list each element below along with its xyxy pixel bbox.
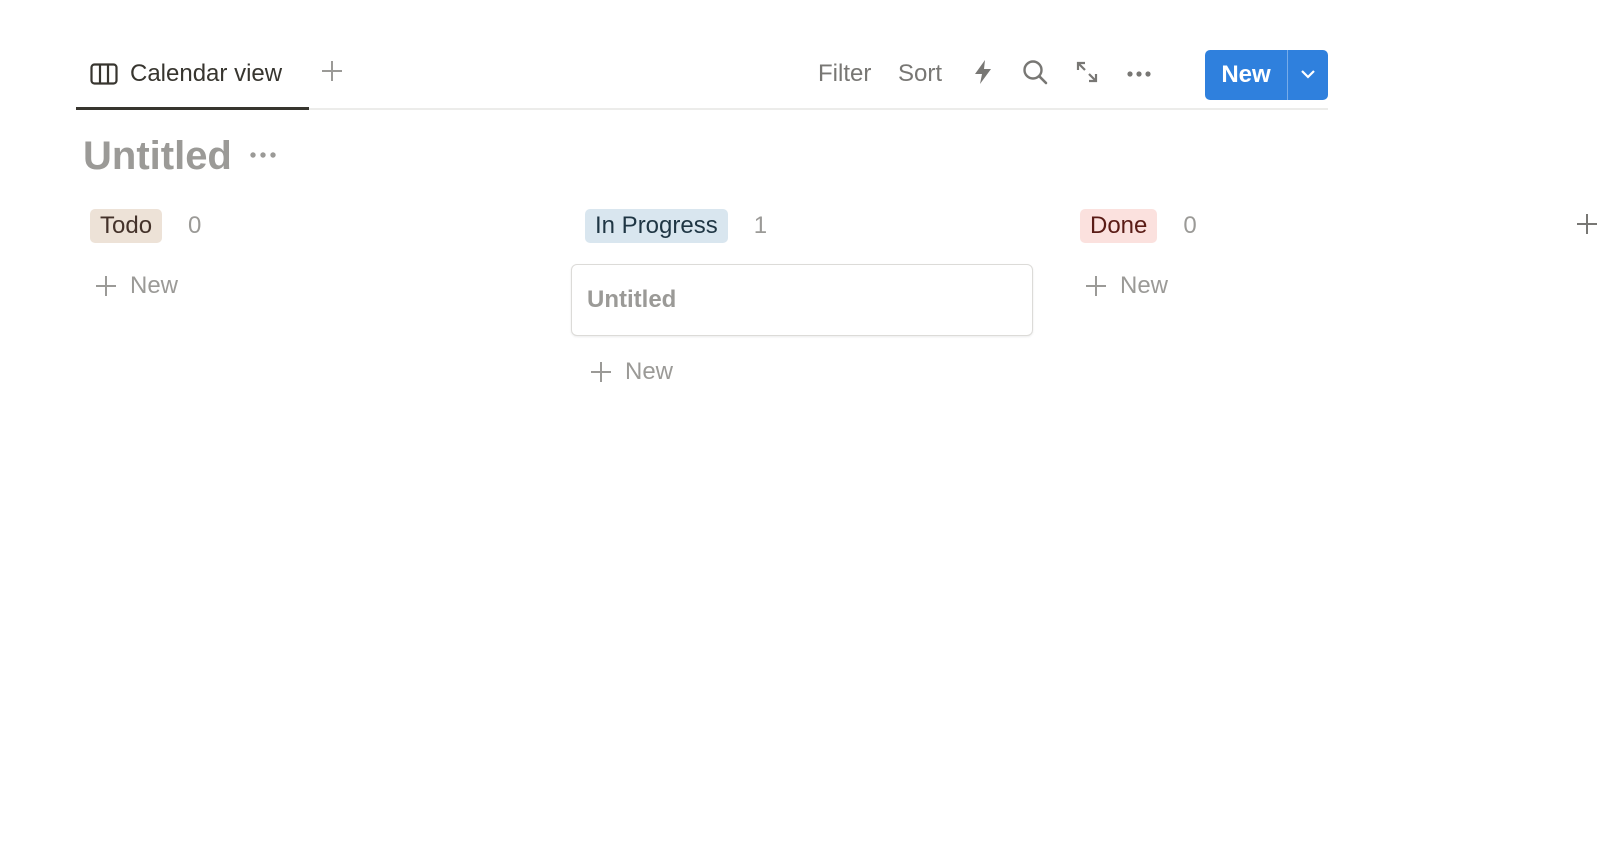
new-button[interactable]: New [1205,50,1287,100]
plus-icon [94,274,118,298]
card-title: Untitled [587,286,677,313]
search-icon [1022,59,1048,90]
column-header: Done 0 [1066,206,1530,246]
sort-button[interactable]: Sort [898,57,942,91]
more-horizontal-icon [249,146,277,164]
column-count: 0 [1183,212,1197,239]
column-count: 1 [753,212,768,239]
tab-calendar-view[interactable]: Calendar view [76,40,309,110]
add-new-card-button[interactable]: New [1066,266,1530,306]
add-new-card-button[interactable]: New [76,266,540,306]
board-card[interactable]: Untitled [571,264,1033,336]
automations-button[interactable] [965,56,1001,92]
column-count: 0 [188,212,202,239]
board-column-todo: Todo 0 New [76,206,540,306]
add-new-label: New [1120,272,1169,299]
add-group-button[interactable] [1575,211,1600,241]
filter-button[interactable]: Filter [818,57,871,91]
column-header: Todo 0 [76,206,540,246]
plus-icon [1575,212,1599,241]
search-button[interactable] [1017,56,1053,92]
database-title[interactable]: Untitled [83,131,232,181]
chevron-down-icon [1300,66,1316,84]
more-horizontal-icon [1126,65,1152,83]
new-dropdown-button[interactable] [1287,50,1328,100]
expand-button[interactable] [1069,56,1105,92]
status-tag-done[interactable]: Done [1080,209,1158,243]
board-page: Calendar view Filter Sort New Untitled T… [0,0,1600,859]
plus-icon [1084,274,1108,298]
more-options-button[interactable] [1121,56,1157,92]
board-column-in-progress: In Progress 1 Untitled New [571,206,1035,392]
add-new-label: New [625,358,674,385]
new-button-group: New [1205,50,1328,100]
lightning-icon [973,59,993,90]
status-tag-in-progress[interactable]: In Progress [585,209,728,243]
title-more-button[interactable] [245,140,281,170]
plus-icon [321,60,343,87]
status-tag-todo[interactable]: Todo [90,209,163,243]
add-new-label: New [130,272,179,299]
board-columns-icon [90,62,118,85]
tab-label: Calendar view [130,59,283,87]
add-new-card-button[interactable]: New [571,352,1035,392]
add-view-button[interactable] [316,57,348,89]
expand-arrows-icon [1075,60,1099,89]
view-bar: Calendar view Filter Sort New [76,40,1328,110]
board-column-done: Done 0 New [1066,206,1530,306]
column-header: In Progress 1 [571,206,1035,246]
plus-icon [589,360,613,384]
